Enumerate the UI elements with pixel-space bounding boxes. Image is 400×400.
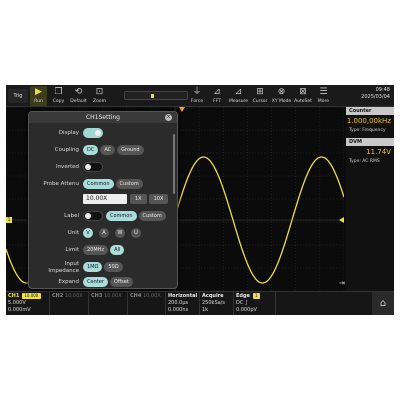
autoset-icon: ⊠ xyxy=(299,87,307,97)
trigger-level-marker[interactable] xyxy=(339,217,344,223)
impedance-row: Input Impedance 1MΩ 50Ω xyxy=(29,260,179,274)
close-icon[interactable]: × xyxy=(165,114,172,121)
toolbar: Trig ▶ Run ❐ Copy ⟲ Default ⊡ Zoom ⏚ For… xyxy=(6,85,394,107)
limit-20mhz-button[interactable]: 20MHz xyxy=(83,245,109,255)
display-row: Display xyxy=(29,126,179,140)
fft-icon: ⊿ xyxy=(213,87,221,97)
dialog-title: CH1Setting × xyxy=(29,112,177,123)
reset-icon: ⟲ xyxy=(74,87,83,97)
dvm-value: 11.74V xyxy=(366,148,391,156)
limit-row: Limit 20MHz All xyxy=(29,243,179,257)
counter-title[interactable]: Counter xyxy=(346,107,394,115)
limit-all-button[interactable]: All xyxy=(110,245,125,255)
impedance-50-button[interactable]: 50Ω xyxy=(104,262,123,272)
probe-common-button[interactable]: Common xyxy=(83,179,114,189)
clock-date: 2025/03/04 xyxy=(361,94,390,100)
ch1-probe-badge: 10.00X xyxy=(22,293,41,299)
measurement-panel: Counter 1.000,00kHz Type: Frequency DVM … xyxy=(346,107,394,291)
unit-w-button[interactable]: W xyxy=(115,228,125,238)
probe-value-input[interactable]: 10.00X xyxy=(83,194,127,204)
label-row: Label Common Custom xyxy=(29,209,179,223)
unit-row: Unit VAWU xyxy=(29,226,179,240)
trigger-source-badge: 1 xyxy=(252,293,260,299)
probe-value-row: 10.00X 1X 10X xyxy=(29,192,179,206)
probe-custom-button[interactable]: Custom xyxy=(115,179,143,189)
probe-10x-button[interactable]: 10X xyxy=(148,194,169,204)
force-button[interactable]: ⏚ Force xyxy=(188,86,206,106)
dvm-title[interactable]: DVM xyxy=(346,138,394,146)
display-toggle[interactable] xyxy=(83,128,103,138)
trigger-mode-button[interactable]: Trig xyxy=(8,89,28,103)
zoom-icon: ⊡ xyxy=(95,87,104,97)
ch1-setting-dialog: CH1Setting × Display Coupling DC AC Ground… xyxy=(28,111,178,289)
home-button[interactable]: ⌂ xyxy=(372,292,394,315)
autoset-button[interactable]: ⊠ AutoSet xyxy=(293,86,313,106)
ch3-status[interactable]: CH3 10.00X xyxy=(89,292,128,315)
ch1-offset: 0.000mV xyxy=(8,307,31,313)
coupling-row: Coupling DC AC Ground xyxy=(29,143,179,157)
label-toggle[interactable] xyxy=(83,211,103,221)
measure-icon: ⊿ xyxy=(234,87,243,97)
counter-value: 1.000,00kHz xyxy=(346,117,391,125)
ch1-level-marker[interactable]: 1 xyxy=(6,217,12,223)
inverted-toggle[interactable] xyxy=(83,162,103,172)
oscilloscope-screen: Trig ▶ Run ❐ Copy ⟲ Default ⊡ Zoom ⏚ For… xyxy=(6,85,394,315)
time-position-bar[interactable] xyxy=(124,91,188,100)
more-button[interactable]: ☰ More xyxy=(315,86,332,106)
cursor-button[interactable]: ⊞ Cursor xyxy=(251,86,269,106)
label-common-button[interactable]: Common xyxy=(106,211,137,221)
expand-row: Expand Center Offset xyxy=(29,275,179,289)
rising-edge-icon: ∫ xyxy=(244,300,248,306)
menu-icon: ☰ xyxy=(319,87,328,97)
home-icon: ⌂ xyxy=(379,298,387,309)
probe-1x-button[interactable]: 1X xyxy=(130,194,147,204)
force-trigger-icon: ⏚ xyxy=(192,87,202,97)
time-position-marker xyxy=(151,94,154,98)
dvm-type: Type: AC RMS xyxy=(349,159,380,164)
measure-button[interactable]: ⊿ Measure xyxy=(228,86,249,106)
unit-a-button[interactable]: A xyxy=(99,228,109,238)
cursor-icon: ⊞ xyxy=(256,87,264,97)
counter-type: Type: Frequency xyxy=(349,128,386,133)
unit-u-button[interactable]: U xyxy=(131,228,141,238)
datetime: 09:48 2025/03/04 xyxy=(361,87,390,101)
xy-mode-icon: ⊗ xyxy=(277,87,286,97)
coupling-dc-button[interactable]: DC xyxy=(83,145,99,155)
coupling-ground-button[interactable]: Ground xyxy=(117,145,144,155)
probe-row: Probe Attenu Common Custom xyxy=(29,177,179,191)
clock-time: 09:48 xyxy=(375,87,390,93)
unit-v-button[interactable]: V xyxy=(83,228,93,238)
status-bar: CH1 10.00X 5.000V 0.000mV CH2 10.00X CH3 … xyxy=(6,291,394,315)
trigger-status[interactable]: Edge 1 DC ∫ 0.000pV xyxy=(234,292,276,315)
ch1-status[interactable]: CH1 10.00X 5.000V 0.000mV xyxy=(6,292,50,315)
default-button[interactable]: ⟲ Default xyxy=(69,86,88,106)
expand-offset-button[interactable]: Offset xyxy=(109,277,133,287)
inverted-row: Inverted xyxy=(29,160,179,174)
horizontal-position-marker[interactable] xyxy=(179,107,185,112)
copy-button[interactable]: ❐ Copy xyxy=(50,86,67,106)
ch4-status[interactable]: CH4 10.00X xyxy=(128,292,166,315)
fft-button[interactable]: ⊿ FFT xyxy=(208,86,226,106)
ch2-status[interactable]: CH2 10.00X xyxy=(50,292,89,315)
play-icon: ▶ xyxy=(35,87,42,97)
zoom-button[interactable]: ⊡ Zoom xyxy=(91,86,108,106)
expand-center-button[interactable]: Center xyxy=(83,277,108,287)
horizontal-status[interactable]: Horizontal 200.0μs 0.000ns xyxy=(166,292,200,315)
label-custom-button[interactable]: Custom xyxy=(138,211,166,221)
ch1-scale: 5.000V xyxy=(8,300,26,306)
xy-mode-button[interactable]: ⊗ XY Mode xyxy=(271,86,292,106)
copy-icon: ❐ xyxy=(54,87,63,97)
impedance-1m-button[interactable]: 1MΩ xyxy=(83,262,103,272)
run-button[interactable]: ▶ Run xyxy=(30,86,47,106)
acquire-status[interactable]: Acquire 250kSa/s 1k xyxy=(200,292,234,315)
coupling-ac-button[interactable]: AC xyxy=(100,145,116,155)
